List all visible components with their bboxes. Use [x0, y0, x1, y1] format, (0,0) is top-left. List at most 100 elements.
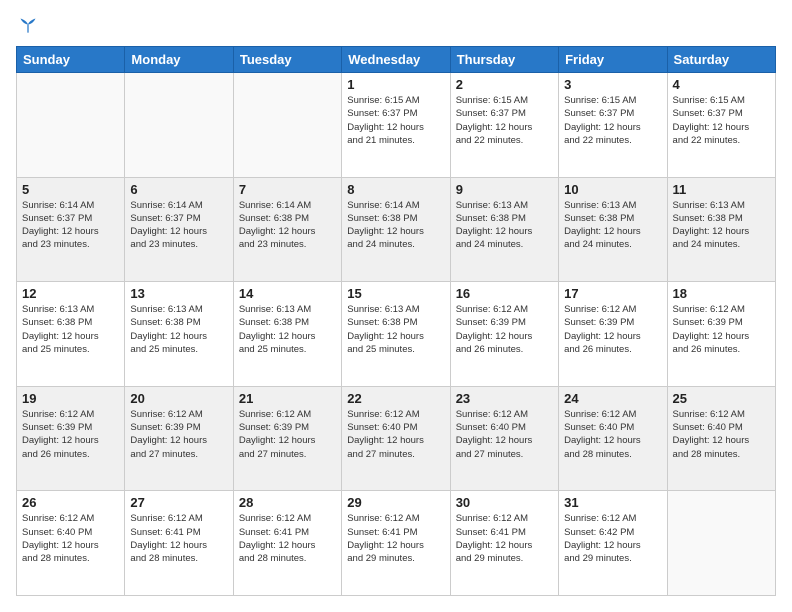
calendar-day-cell: 1 Sunrise: 6:15 AM Sunset: 6:37 PM Daylig… [342, 73, 450, 178]
day-number: 19 [22, 391, 119, 406]
calendar-day-cell: 25Sunrise: 6:12 AM Sunset: 6:40 PM Dayli… [667, 386, 775, 491]
day-number: 15 [347, 286, 444, 301]
day-info: Sunrise: 6:13 AM Sunset: 6:38 PM Dayligh… [347, 303, 444, 356]
calendar-day-cell: 30Sunrise: 6:12 AM Sunset: 6:41 PM Dayli… [450, 491, 558, 596]
calendar-day-cell: 24 Sunrise: 6:12 AM Sunset: 6:40 PM Dayli… [559, 386, 667, 491]
calendar-day-header: Thursday [450, 47, 558, 73]
calendar-day-cell: 2 Sunrise: 6:15 AM Sunset: 6:37 PM Daylig… [450, 73, 558, 178]
calendar-day-header: Monday [125, 47, 233, 73]
day-number: 16 [456, 286, 553, 301]
calendar-day-cell: 16 Sunrise: 6:12 AM Sunset: 6:39 PM Dayli… [450, 282, 558, 387]
header [16, 16, 776, 36]
day-info: Sunrise: 6:13 AM Sunset: 6:38 PM Dayligh… [130, 303, 227, 356]
calendar-header-row: SundayMondayTuesdayWednesdayThursdayFrid… [17, 47, 776, 73]
logo-bird-icon [18, 16, 38, 36]
day-info: Sunrise: 6:13 AM Sunset: 6:38 PM Dayligh… [673, 199, 770, 252]
day-number: 17 [564, 286, 661, 301]
calendar-day-cell: 12Sunrise: 6:13 AM Sunset: 6:38 PM Dayli… [17, 282, 125, 387]
day-number: 14 [239, 286, 336, 301]
calendar-week-row: 1 Sunrise: 6:15 AM Sunset: 6:37 PM Daylig… [17, 73, 776, 178]
calendar-table: SundayMondayTuesdayWednesdayThursdayFrid… [16, 46, 776, 596]
day-info: Sunrise: 6:14 AM Sunset: 6:37 PM Dayligh… [130, 199, 227, 252]
logo-text [16, 16, 40, 36]
day-info: Sunrise: 6:12 AM Sunset: 6:41 PM Dayligh… [239, 512, 336, 565]
day-info: Sunrise: 6:12 AM Sunset: 6:41 PM Dayligh… [347, 512, 444, 565]
calendar-day-header: Sunday [17, 47, 125, 73]
day-info: Sunrise: 6:12 AM Sunset: 6:41 PM Dayligh… [456, 512, 553, 565]
day-number: 4 [673, 77, 770, 92]
calendar-day-cell: 21 Sunrise: 6:12 AM Sunset: 6:39 PM Dayli… [233, 386, 341, 491]
day-number: 3 [564, 77, 661, 92]
calendar-day-cell: 19Sunrise: 6:12 AM Sunset: 6:39 PM Dayli… [17, 386, 125, 491]
calendar-day-cell: 13 Sunrise: 6:13 AM Sunset: 6:38 PM Dayli… [125, 282, 233, 387]
calendar-week-row: 5 Sunrise: 6:14 AM Sunset: 6:37 PM Daylig… [17, 177, 776, 282]
day-number: 5 [22, 182, 119, 197]
day-number: 20 [130, 391, 227, 406]
day-info: Sunrise: 6:13 AM Sunset: 6:38 PM Dayligh… [456, 199, 553, 252]
day-info: Sunrise: 6:12 AM Sunset: 6:39 PM Dayligh… [456, 303, 553, 356]
day-number: 23 [456, 391, 553, 406]
day-number: 11 [673, 182, 770, 197]
calendar-day-cell: 3 Sunrise: 6:15 AM Sunset: 6:37 PM Daylig… [559, 73, 667, 178]
calendar-day-cell: 28 Sunrise: 6:12 AM Sunset: 6:41 PM Dayli… [233, 491, 341, 596]
logo [16, 16, 40, 36]
day-number: 2 [456, 77, 553, 92]
calendar-day-cell: 18 Sunrise: 6:12 AM Sunset: 6:39 PM Dayli… [667, 282, 775, 387]
day-number: 21 [239, 391, 336, 406]
calendar-day-header: Saturday [667, 47, 775, 73]
day-info: Sunrise: 6:13 AM Sunset: 6:38 PM Dayligh… [239, 303, 336, 356]
day-number: 26 [22, 495, 119, 510]
calendar-day-cell: 6 Sunrise: 6:14 AM Sunset: 6:37 PM Daylig… [125, 177, 233, 282]
calendar-day-cell [17, 73, 125, 178]
calendar-day-cell: 8Sunrise: 6:14 AM Sunset: 6:38 PM Daylig… [342, 177, 450, 282]
day-number: 24 [564, 391, 661, 406]
day-info: Sunrise: 6:14 AM Sunset: 6:38 PM Dayligh… [347, 199, 444, 252]
day-info: Sunrise: 6:12 AM Sunset: 6:40 PM Dayligh… [564, 408, 661, 461]
calendar-day-cell: 14 Sunrise: 6:13 AM Sunset: 6:38 PM Dayli… [233, 282, 341, 387]
calendar-day-cell: 9Sunrise: 6:13 AM Sunset: 6:38 PM Daylig… [450, 177, 558, 282]
calendar-day-cell: 7 Sunrise: 6:14 AM Sunset: 6:38 PM Daylig… [233, 177, 341, 282]
day-number: 28 [239, 495, 336, 510]
day-info: Sunrise: 6:15 AM Sunset: 6:37 PM Dayligh… [347, 94, 444, 147]
day-info: Sunrise: 6:12 AM Sunset: 6:41 PM Dayligh… [130, 512, 227, 565]
day-number: 1 [347, 77, 444, 92]
day-number: 13 [130, 286, 227, 301]
day-info: Sunrise: 6:15 AM Sunset: 6:37 PM Dayligh… [673, 94, 770, 147]
calendar-week-row: 12 Sunrise: 6:13 AM Sunset: 6:38 PM Dayli… [17, 282, 776, 387]
day-info: Sunrise: 6:12 AM Sunset: 6:39 PM Dayligh… [239, 408, 336, 461]
calendar-day-cell [233, 73, 341, 178]
calendar-week-row: 26 Sunrise: 6:12 AM Sunset: 6:40 PM Dayli… [17, 491, 776, 596]
calendar-day-cell: 5Sunrise: 6:14 AM Sunset: 6:37 PM Daylig… [17, 177, 125, 282]
day-info: Sunrise: 6:15 AM Sunset: 6:37 PM Dayligh… [564, 94, 661, 147]
calendar-day-cell: 22Sunrise: 6:12 AM Sunset: 6:40 PM Dayli… [342, 386, 450, 491]
calendar-week-row: 19 Sunrise: 6:12 AM Sunset: 6:39 PM Dayli… [17, 386, 776, 491]
page: SundayMondayTuesdayWednesdayThursdayFrid… [0, 0, 792, 612]
day-number: 18 [673, 286, 770, 301]
day-number: 29 [347, 495, 444, 510]
day-number: 12 [22, 286, 119, 301]
day-number: 6 [130, 182, 227, 197]
calendar-day-cell: 27Sunrise: 6:12 AM Sunset: 6:41 PM Dayli… [125, 491, 233, 596]
calendar-day-cell: 23 Sunrise: 6:12 AM Sunset: 6:40 PM Dayli… [450, 386, 558, 491]
day-info: Sunrise: 6:12 AM Sunset: 6:39 PM Dayligh… [673, 303, 770, 356]
calendar-day-header: Tuesday [233, 47, 341, 73]
calendar-day-cell: 17Sunrise: 6:12 AM Sunset: 6:39 PM Dayli… [559, 282, 667, 387]
day-number: 31 [564, 495, 661, 510]
calendar-day-cell: 15 Sunrise: 6:13 AM Sunset: 6:38 PM Dayli… [342, 282, 450, 387]
calendar-day-cell: 31Sunrise: 6:12 AM Sunset: 6:42 PM Dayli… [559, 491, 667, 596]
day-info: Sunrise: 6:12 AM Sunset: 6:39 PM Dayligh… [130, 408, 227, 461]
day-info: Sunrise: 6:12 AM Sunset: 6:40 PM Dayligh… [456, 408, 553, 461]
day-info: Sunrise: 6:15 AM Sunset: 6:37 PM Dayligh… [456, 94, 553, 147]
calendar-day-cell: 11 Sunrise: 6:13 AM Sunset: 6:38 PM Dayli… [667, 177, 775, 282]
day-info: Sunrise: 6:12 AM Sunset: 6:40 PM Dayligh… [347, 408, 444, 461]
day-info: Sunrise: 6:14 AM Sunset: 6:38 PM Dayligh… [239, 199, 336, 252]
calendar-day-cell [125, 73, 233, 178]
calendar-day-cell: 4 Sunrise: 6:15 AM Sunset: 6:37 PM Daylig… [667, 73, 775, 178]
calendar-day-header: Wednesday [342, 47, 450, 73]
calendar-day-cell: 29 Sunrise: 6:12 AM Sunset: 6:41 PM Dayli… [342, 491, 450, 596]
calendar-day-header: Friday [559, 47, 667, 73]
day-info: Sunrise: 6:12 AM Sunset: 6:40 PM Dayligh… [22, 512, 119, 565]
day-info: Sunrise: 6:13 AM Sunset: 6:38 PM Dayligh… [564, 199, 661, 252]
day-number: 7 [239, 182, 336, 197]
calendar-day-cell: 20 Sunrise: 6:12 AM Sunset: 6:39 PM Dayli… [125, 386, 233, 491]
